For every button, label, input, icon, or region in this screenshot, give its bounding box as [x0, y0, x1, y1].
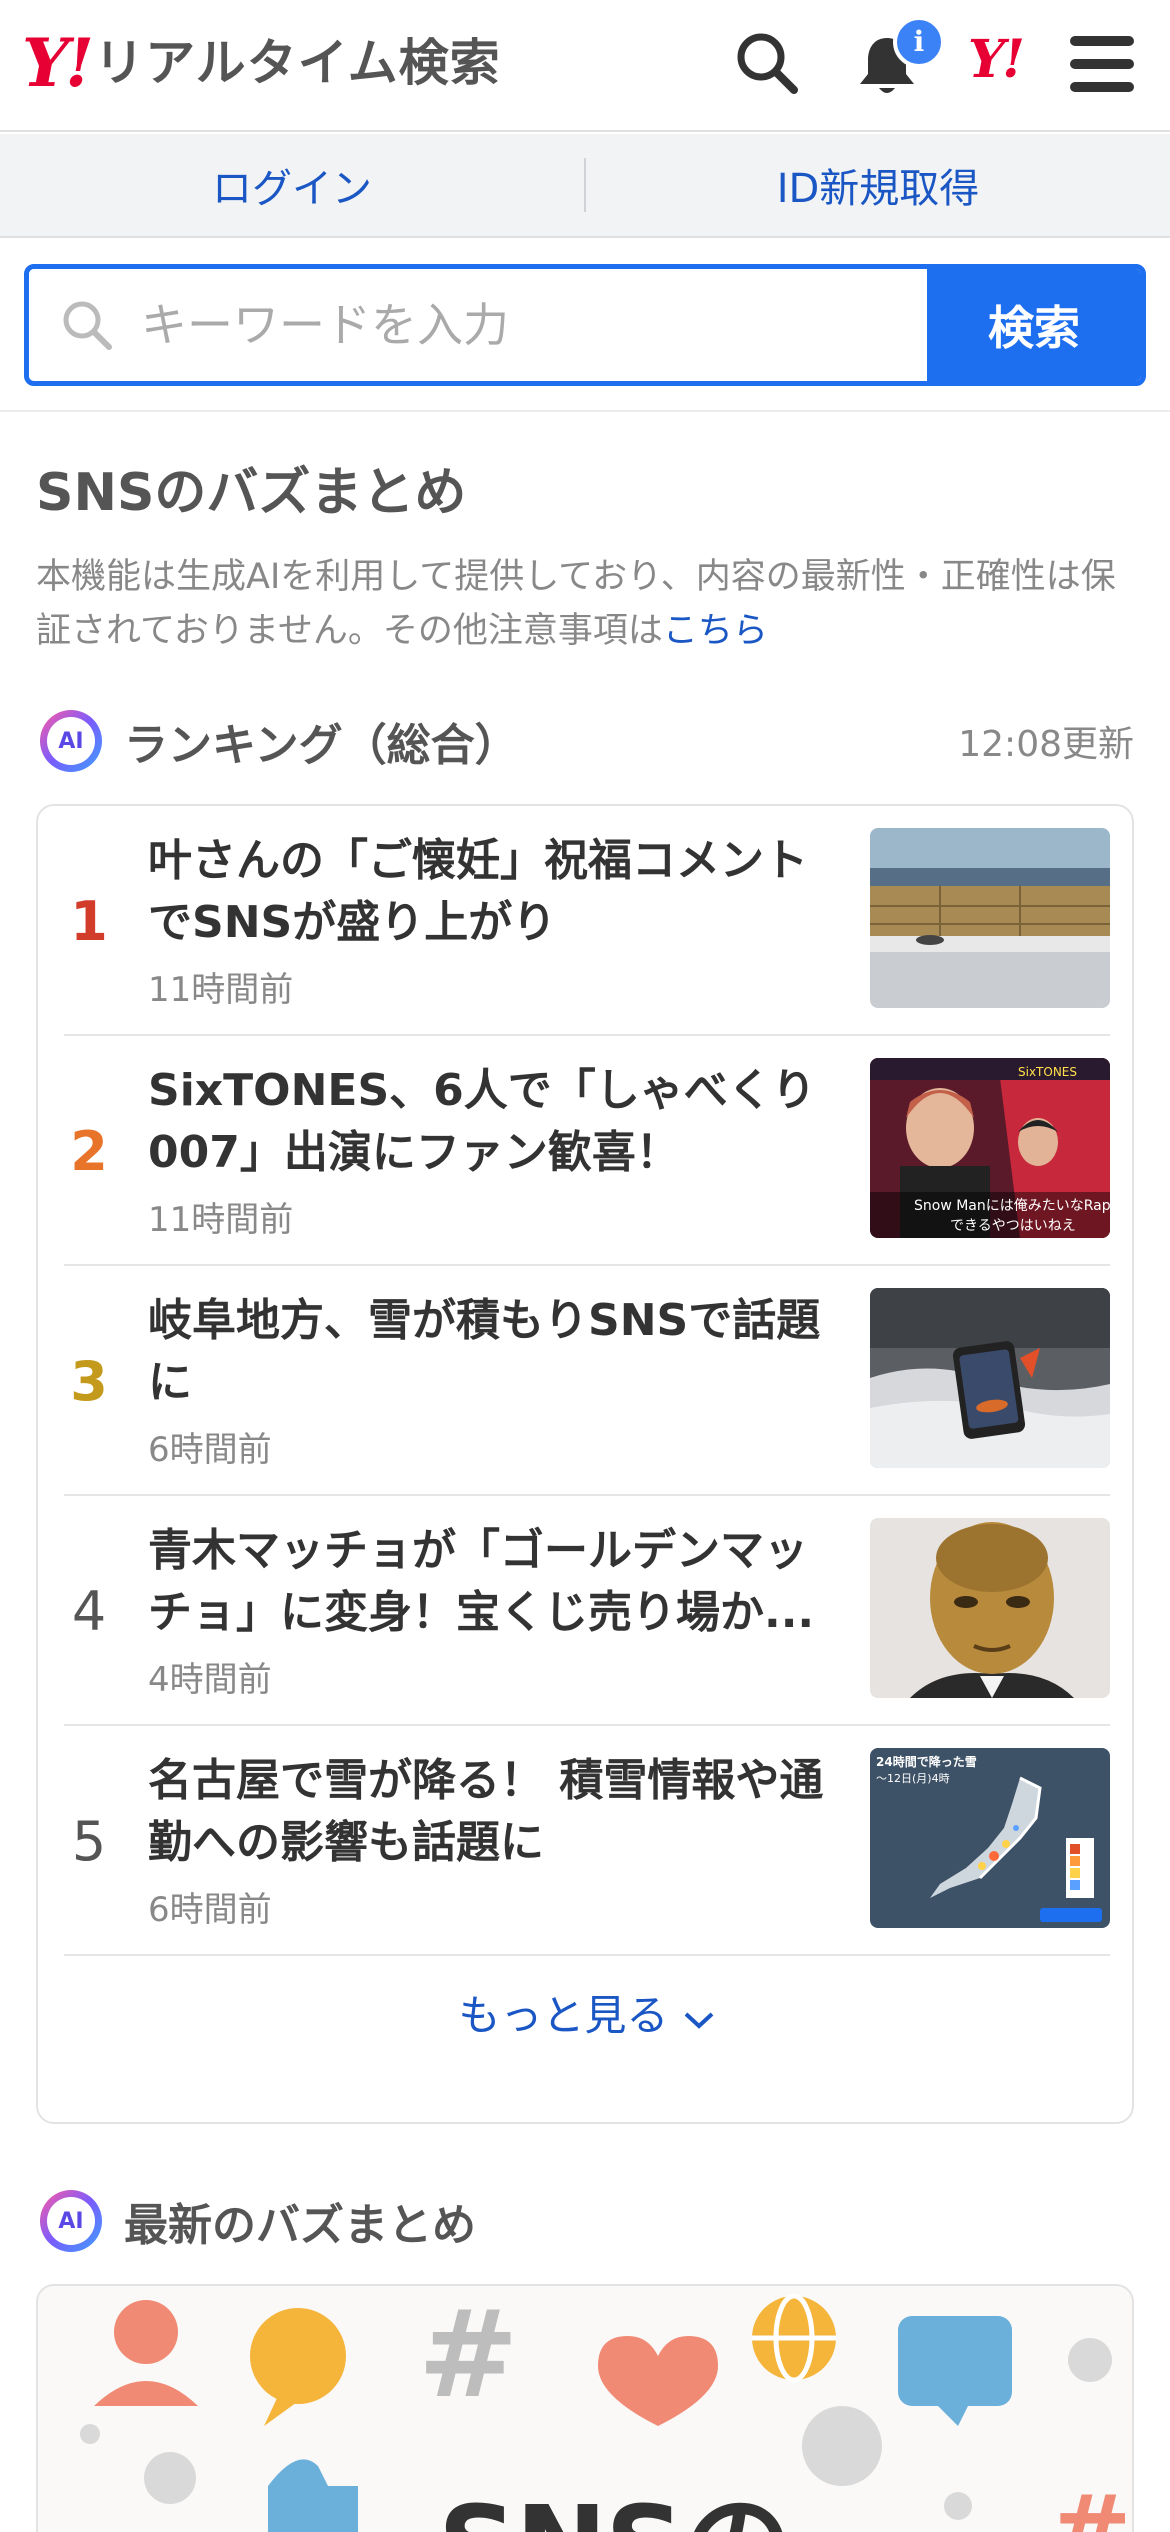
ranking-title: ランキング（総合）: [124, 720, 519, 771]
search-icon[interactable]: [734, 30, 800, 96]
search-field-icon: [63, 301, 112, 350]
ranking-card: 1 叶さんの「ご懐妊」祝福コメントでSNSが盛り上がり 11時間前 2 SixT…: [36, 804, 1134, 2124]
notification-badge: i: [893, 16, 945, 68]
ranking-item-title[interactable]: 青木マッチョが「ゴールデンマッチョ」に変身！宝くじ売り場か...: [148, 1520, 848, 1644]
latest-banner[interactable]: # # SNSの: [36, 2284, 1134, 2532]
section-title: SNSのバズまとめ: [36, 463, 467, 523]
tv-caption-line-2: できるやつはいねえ: [950, 1218, 1076, 1234]
ranking-item[interactable]: 1 叶さんの「ご懐妊」祝福コメントでSNSが盛り上がり 11時間前: [64, 806, 1110, 1036]
ranking-item-title[interactable]: 岐阜地方、雪が積もりSNSで話題に: [148, 1290, 848, 1414]
updated-time: 12:08更新: [958, 724, 1134, 765]
ranking-item[interactable]: 2 SixTONES、6人で「しゃべくり007」出演にファン歓喜！ 11時間前 …: [64, 1036, 1110, 1266]
more-link[interactable]: もっと見る: [38, 1982, 1136, 2043]
search-bar: 検索: [24, 264, 1146, 386]
thumbs-up-icon: [268, 2459, 358, 2532]
latest-header: AI 最新のバズまとめ: [40, 2186, 476, 2256]
banner-title: SNSの: [438, 2456, 793, 2532]
ai-badge-icon: AI: [40, 2190, 102, 2252]
yahoo-japan-icon[interactable]: Y!: [968, 34, 1025, 86]
rank-number: 2: [70, 1119, 108, 1183]
seaside-wall-thumbnail[interactable]: [870, 828, 1110, 1008]
rank-number: 4: [71, 1579, 107, 1643]
ranking-item-title[interactable]: 名古屋で雪が降る！ 積雪情報や通勤への影響も話題に: [148, 1750, 848, 1874]
chat-bubble-icon: [250, 2308, 346, 2404]
ai-disclaimer: 本機能は生成AIを利用して提供しており、内容の最新性・正確性は保証されておりませ…: [36, 550, 1136, 658]
ai-badge-icon: AI: [40, 710, 102, 772]
app-header: Y! リアルタイム検索 i Y!: [0, 0, 1170, 132]
latest-title: 最新のバズまとめ: [124, 2200, 476, 2251]
ranking-item-time: 11時間前: [148, 1200, 294, 1240]
disclaimer-text: 本機能は生成AIを利用して提供しており、内容の最新性・正確性は保証されておりませ…: [36, 557, 1116, 651]
ranking-item-time: 11時間前: [148, 970, 294, 1010]
rank-number: 5: [71, 1809, 107, 1873]
map-subtitle: 〜12日(月)4時: [876, 1772, 950, 1785]
more-label: もっと見る: [458, 1991, 669, 2040]
map-title: 24時間で降った雪: [876, 1754, 977, 1769]
tv-show-thumbnail[interactable]: SixTONES Snow Manには俺みたいなRap できるやつはいねえ: [870, 1058, 1110, 1238]
ranking-item[interactable]: 5 名古屋で雪が降る！ 積雪情報や通勤への影響も話題に 6時間前 24時間で降っ…: [64, 1726, 1110, 1956]
search-input[interactable]: [29, 269, 927, 381]
heart-icon: [598, 2336, 718, 2426]
tv-banner-text: SixTONES: [1018, 1065, 1077, 1079]
ranking-item-title[interactable]: 叶さんの「ご懐妊」祝福コメントでSNSが盛り上がり: [148, 830, 848, 954]
search-button[interactable]: 検索: [927, 269, 1141, 381]
ranking-item-time: 6時間前: [148, 1430, 272, 1470]
search-field-wrap: [29, 269, 927, 381]
speech-icon: [898, 2316, 1012, 2406]
ranking-header: AI ランキング（総合） 12:08更新: [40, 706, 1134, 776]
rank-number: 1: [70, 889, 108, 953]
ranking-item-time: 6時間前: [148, 1890, 272, 1930]
chevron-down-icon: [684, 2012, 714, 2029]
snow-map-thumbnail[interactable]: 24時間で降った雪 〜12日(月)4時: [870, 1748, 1110, 1928]
ranking-item-title[interactable]: SixTONES、6人で「しゃべくり007」出演にファン歓喜！: [148, 1060, 848, 1184]
ranking-item[interactable]: 4 青木マッチョが「ゴールデンマッチョ」に変身！宝くじ売り場か... 4時間前: [64, 1496, 1110, 1726]
snow-phone-thumbnail[interactable]: [870, 1288, 1110, 1468]
person-icon: [114, 2300, 178, 2364]
register-link[interactable]: ID新規取得: [586, 156, 1170, 214]
ai-badge-label: AI: [47, 717, 95, 765]
yahoo-realtime-logo[interactable]: Y! リアルタイム検索: [22, 30, 501, 96]
hashtag-icon: #: [1048, 2473, 1132, 2532]
ranking-item-time: 4時間前: [148, 1660, 272, 1700]
logo-text: リアルタイム検索: [94, 34, 501, 92]
login-link[interactable]: ログイン: [0, 156, 584, 214]
tv-caption-line-1: Snow Manには俺みたいなRap: [914, 1198, 1110, 1214]
section-divider: [0, 410, 1170, 412]
auth-bar: ログイン ID新規取得: [0, 134, 1170, 238]
yahoo-logo-mark: Y!: [22, 24, 94, 102]
hashtag-icon: #: [418, 2286, 519, 2425]
rank-number: 3: [70, 1349, 108, 1413]
ai-badge-label: AI: [47, 2197, 95, 2245]
disclaimer-link[interactable]: こちら: [663, 611, 768, 651]
ranking-item[interactable]: 3 岐阜地方、雪が積もりSNSで話題に 6時間前: [64, 1266, 1110, 1496]
gold-face-thumbnail[interactable]: [870, 1518, 1110, 1698]
hamburger-menu-icon[interactable]: [1070, 36, 1134, 92]
